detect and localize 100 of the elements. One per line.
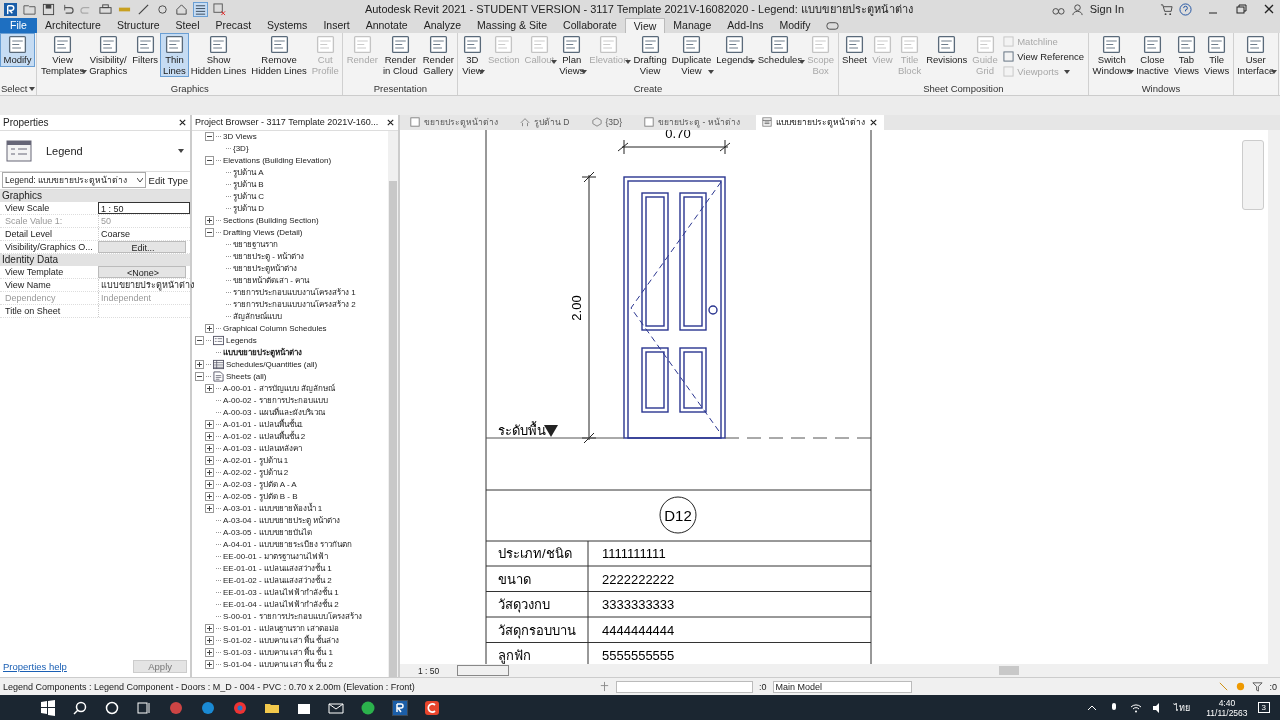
tree-item[interactable]: A-01-03 - แปลนหลังคา <box>223 442 302 456</box>
expander-icon[interactable] <box>195 336 204 346</box>
close-icon[interactable] <box>868 117 878 127</box>
tree-item[interactable]: A-00-03 - แผนที่และผังบริเวณ <box>223 406 325 420</box>
ribbon-tab[interactable]: Precast <box>207 18 260 33</box>
expander-icon[interactable] <box>195 372 204 382</box>
tree-item[interactable]: A-03-04 - แบบขยายประตู หน้าต่าง <box>223 514 340 528</box>
ribbon-button[interactable]: Revisions <box>923 34 970 66</box>
tree-item[interactable]: S-01-02 - แบบคาน เสา พื้น ชั้นล่าง <box>223 634 340 648</box>
ribbon-button[interactable]: Remove Hidden Lines <box>248 34 310 76</box>
tree-item[interactable]: A-00-01 - สารบัญแบบ สัญลักษณ์ <box>223 382 335 396</box>
ribbon-button[interactable]: View Templates <box>38 34 87 76</box>
expander-icon[interactable] <box>205 444 214 454</box>
expander-icon[interactable] <box>205 504 214 514</box>
ribbon-button[interactable]: Filters <box>129 34 161 66</box>
search-icon[interactable] <box>72 699 88 716</box>
view-tab[interactable]: {3D} <box>585 114 629 130</box>
ribbon-tab[interactable]: Manage <box>665 18 720 33</box>
tree-item[interactable]: Sections (Building Section) <box>223 216 319 226</box>
tree-item[interactable]: แบบขยายประตูหน้าต่าง <box>223 346 302 360</box>
tree-item[interactable]: Drafting Views (Detail) <box>223 228 303 238</box>
expander-icon[interactable] <box>205 432 214 442</box>
scrollbar[interactable] <box>388 130 398 678</box>
view-tab[interactable]: รูปด้าน D <box>514 114 576 130</box>
user-icon[interactable] <box>1070 2 1084 16</box>
ribbon-tab[interactable]: Insert <box>315 18 358 33</box>
close-windows-icon[interactable] <box>213 2 226 16</box>
chat-icon[interactable] <box>360 699 376 716</box>
tree-item[interactable]: Legends <box>226 336 257 346</box>
scrollbar-thumb[interactable] <box>999 666 1020 676</box>
expander-icon[interactable] <box>205 228 214 238</box>
tree-item[interactable]: รูปด้าน D <box>233 202 264 216</box>
tree-item[interactable]: A-01-02 - แปลนพื้นชั้น 2 <box>223 430 306 444</box>
tree-item[interactable]: A-02-03 - รูปตัด A - A <box>223 478 297 492</box>
tree-item[interactable]: ขยายฐานราก <box>233 238 278 252</box>
cart-icon[interactable] <box>1160 2 1173 16</box>
expander-icon[interactable] <box>205 636 214 646</box>
scrollbar-thumb[interactable] <box>389 180 397 678</box>
save-icon[interactable] <box>42 2 55 16</box>
language-indicator[interactable]: ไทย <box>1174 700 1191 715</box>
caret-icon[interactable] <box>29 86 36 91</box>
ribbon-tab[interactable]: Add-Ins <box>719 18 772 33</box>
ribbon-button[interactable]: Schedules <box>755 34 805 66</box>
tree-item[interactable]: S-01-01 - แปลนฐานราก เสาตอม่อ <box>223 622 339 636</box>
expander-icon[interactable] <box>205 216 214 226</box>
notification-badge[interactable]: 3 <box>1257 702 1270 713</box>
ribbon-button[interactable]: Close Inactive <box>1133 34 1172 76</box>
tree-item[interactable]: รายการประกอบแบบงานโครงสร้าง 1 <box>233 286 356 300</box>
view-scale[interactable]: 1 : 50 <box>400 665 458 676</box>
expander-icon[interactable] <box>205 624 214 634</box>
ribbon-tab[interactable]: Systems <box>259 18 316 33</box>
ribbon-button[interactable]: Duplicate View <box>669 34 714 76</box>
tag-icon[interactable] <box>156 2 169 16</box>
tree-item[interactable]: EE-01-03 - แปลนไฟฟ้ากำลังชั้น 1 <box>223 586 339 600</box>
app-icon[interactable] <box>424 699 440 716</box>
ribbon-button[interactable]: Show Hidden Lines <box>188 34 249 76</box>
model-dropdown[interactable]: Main Model <box>772 680 912 693</box>
sign-in-link[interactable]: Sign In <box>1089 3 1124 15</box>
ribbon-tab[interactable]: Architecture <box>36 18 109 33</box>
app-icon[interactable] <box>392 699 408 716</box>
tree-item[interactable]: รูปด้าน C <box>233 190 264 204</box>
ribbon-tab[interactable]: Steel <box>167 18 208 33</box>
view-tab[interactable]: ขยายประตูหน้าต่าง <box>404 114 504 130</box>
tree-item[interactable]: A-01-01 - แปลนพื้นชั้น1 <box>223 418 304 432</box>
tree-item[interactable]: A-02-02 - รูปด้าน 2 <box>223 466 289 480</box>
ribbon-tab[interactable]: Structure <box>108 18 168 33</box>
print-icon[interactable] <box>99 2 112 16</box>
expander-icon[interactable] <box>205 468 214 478</box>
property-button[interactable]: Edit... <box>98 240 186 253</box>
tree-item[interactable]: รายการประกอบแบบงานโครงสร้าง 2 <box>233 298 356 312</box>
ribbon-button[interactable]: Tab Views <box>1171 34 1202 76</box>
caret-icon[interactable] <box>136 178 143 183</box>
tree-item[interactable]: ขยายหน้าตัดเสา - คาน <box>233 274 310 288</box>
tree-item[interactable]: EE-01-02 - แปลนแสงสว่างชั้น 2 <box>223 574 332 588</box>
circle-icon[interactable] <box>104 699 120 716</box>
panel-toggle-icon[interactable] <box>826 19 840 32</box>
expander-icon[interactable] <box>205 132 214 142</box>
expander-icon[interactable] <box>195 360 204 370</box>
help-icon[interactable] <box>1179 2 1192 16</box>
open-folder-icon[interactable] <box>23 2 36 16</box>
help-link[interactable]: Properties help <box>3 660 67 672</box>
close-icon[interactable] <box>178 117 187 127</box>
ribbon-tab[interactable]: Annotate <box>357 18 416 33</box>
ribbon-button[interactable]: View Reference <box>1003 51 1085 62</box>
tree-item[interactable]: รูปด้าน A <box>233 166 264 180</box>
scrollbar[interactable] <box>1268 129 1280 665</box>
ribbon-tab[interactable]: File <box>0 18 37 33</box>
ribbon-tab[interactable]: Massing & Site <box>469 18 556 33</box>
tree-item[interactable]: EE-01-04 - แปลนไฟฟ้ากำลังชั้น 2 <box>223 598 339 612</box>
ribbon-tab[interactable]: Collaborate <box>555 18 625 33</box>
ribbon-tab[interactable]: View <box>624 18 666 33</box>
expander-icon[interactable] <box>205 156 214 166</box>
tree-item[interactable]: A-02-05 - รูปตัด B - B <box>223 490 298 504</box>
browser-icon[interactable] <box>232 699 248 716</box>
tree-item[interactable]: Graphical Column Schedules <box>223 324 327 334</box>
close-icon[interactable] <box>1262 2 1276 16</box>
tree-item[interactable]: S-01-03 - แบบคาน เสา พื้น ชั้น 1 <box>223 646 333 660</box>
expander-icon[interactable] <box>205 420 214 430</box>
ribbon-button[interactable]: Render Gallery <box>420 34 457 76</box>
tree-item[interactable]: สัญลักษณ์แบบ <box>233 310 282 324</box>
